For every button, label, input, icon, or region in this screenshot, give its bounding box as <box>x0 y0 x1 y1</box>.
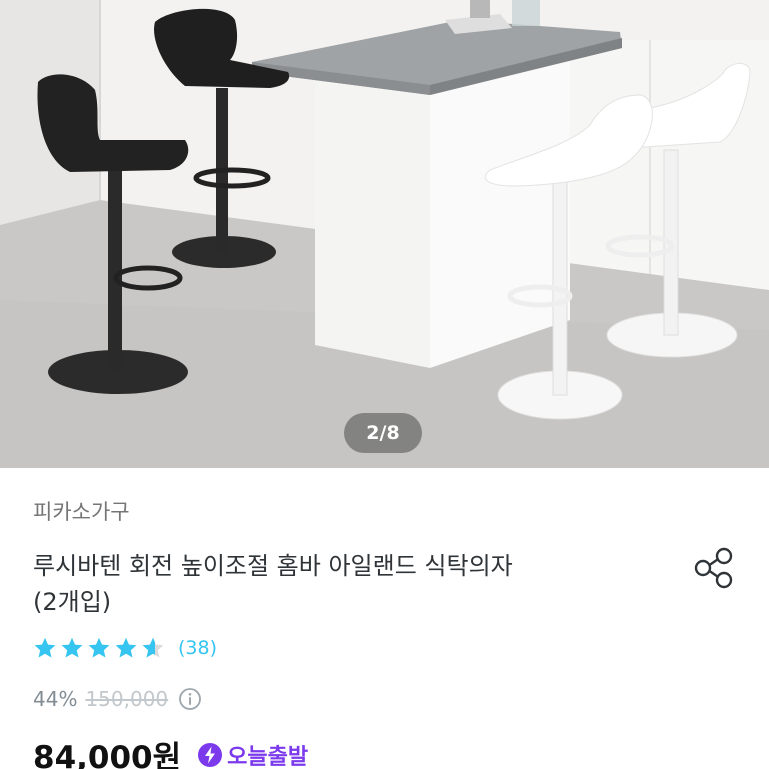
original-price: 150,000 <box>85 687 169 711</box>
review-count[interactable]: (38) <box>178 637 217 659</box>
star-icon <box>61 637 83 658</box>
star-icon <box>34 637 56 658</box>
discount-row: 44% 150,000 <box>33 687 202 711</box>
discount-rate: 44% <box>33 687 78 711</box>
product-info: 피카소가구 루시바텐 회전 높이조절 홈바 아일랜드 식탁의자 (2개입) (3… <box>0 468 769 769</box>
product-photo <box>0 0 769 468</box>
rating-row[interactable]: (38) <box>33 636 217 660</box>
price-row: 84,000원 오늘출발 <box>33 732 308 769</box>
star-icon <box>115 637 137 658</box>
info-icon[interactable] <box>178 687 202 711</box>
lightning-bolt-icon <box>198 742 223 767</box>
brand-name[interactable]: 피카소가구 <box>33 496 130 526</box>
star-half-icon <box>142 637 164 658</box>
product-title: 루시바텐 회전 높이조절 홈바 아일랜드 식탁의자 (2개입) <box>33 548 643 620</box>
product-image-gallery[interactable]: 2/8 <box>0 0 769 468</box>
sale-price: 84,000원 <box>33 740 182 769</box>
star-icon <box>88 637 110 658</box>
share-icon[interactable] <box>690 544 738 592</box>
delivery-label: 오늘출발 <box>227 744 309 769</box>
product-title-line1: 루시바텐 회전 높이조절 홈바 아일랜드 식탁의자 <box>33 552 513 580</box>
delivery-badge: 오늘출발 <box>197 739 308 769</box>
product-title-line2: (2개입) <box>33 588 112 616</box>
page-indicator: 2/8 <box>344 413 422 453</box>
